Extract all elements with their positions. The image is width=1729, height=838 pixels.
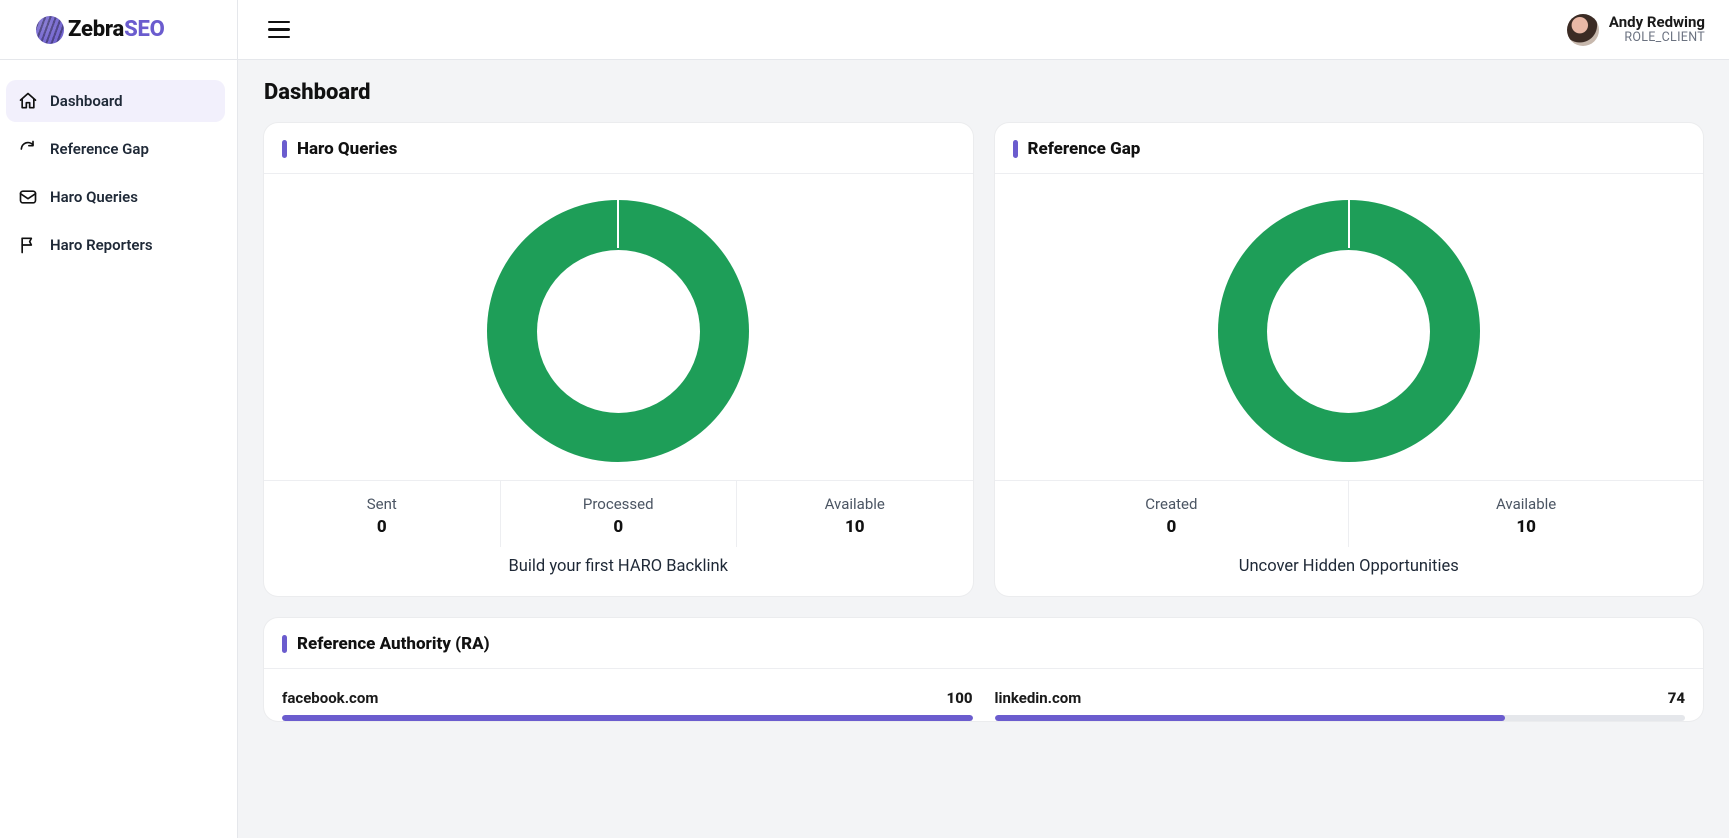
stat-processed: Processed 0 [500,481,737,547]
stat-label: Processed [507,495,731,513]
card-cta-refgap[interactable]: Uncover Hidden Opportunities [995,547,1704,596]
stat-label: Created [1001,495,1343,513]
accent-bar-icon [282,140,287,158]
card-head: Haro Queries [264,123,973,174]
flag-icon [18,235,38,255]
app-layout: Dashboard Reference Gap Haro Queries Har… [0,60,1729,838]
topbar-right: Andy Redwing ROLE_CLIENT [238,0,1729,59]
user-role: ROLE_CLIENT [1624,31,1705,45]
zebra-logo-icon [36,16,64,44]
stat-label: Sent [270,495,494,513]
stat-value: 0 [1001,517,1343,537]
brand-logo[interactable]: ZebraSEO [36,16,165,44]
stat-value: 10 [1355,517,1697,537]
accent-bar-icon [282,635,287,653]
stat-label: Available [1355,495,1697,513]
user-text: Andy Redwing ROLE_CLIENT [1609,14,1705,46]
topbar-logo-area: ZebraSEO [0,0,238,59]
sidebar-item-reference-gap[interactable]: Reference Gap [6,128,225,170]
card-head: Reference Gap [995,123,1704,174]
cards-row: Haro Queries Sent 0 Processed 0 Availa [264,123,1703,596]
ra-score: 100 [947,689,973,707]
stat-value: 0 [270,517,494,537]
progress-bar [282,715,973,721]
main-content: Dashboard Haro Queries Sent 0 Proc [238,60,1729,838]
sidebar-item-label: Dashboard [50,92,123,110]
topbar: ZebraSEO Andy Redwing ROLE_CLIENT [0,0,1729,60]
donut-chart-haro [264,174,973,480]
stats-row: Created 0 Available 10 [995,480,1704,547]
sidebar-item-label: Reference Gap [50,140,149,158]
card-reference-authority: Reference Authority (RA) facebook.com 10… [264,618,1703,721]
progress-fill [995,715,1506,721]
card-title: Haro Queries [297,139,397,159]
loop-arrow-icon [18,139,38,159]
brand-text: ZebraSEO [68,17,165,42]
sidebar-item-haro-queries[interactable]: Haro Queries [6,176,225,218]
ra-item-linkedin: linkedin.com 74 [995,689,1686,721]
user-menu[interactable]: Andy Redwing ROLE_CLIENT [1567,14,1705,46]
progress-bar [995,715,1686,721]
ra-score: 74 [1668,689,1685,707]
stat-available: Available 10 [1348,481,1703,547]
card-cta-haro[interactable]: Build your first HARO Backlink [264,547,973,596]
card-title: Reference Authority (RA) [297,634,490,654]
ra-domain: facebook.com [282,689,378,707]
stat-value: 0 [507,517,731,537]
stat-available: Available 10 [736,481,973,547]
sidebar-item-label: Haro Reporters [50,236,153,254]
ra-body: facebook.com 100 linkedin.com 74 [264,669,1703,721]
sidebar: Dashboard Reference Gap Haro Queries Har… [0,60,238,838]
ra-domain: linkedin.com [995,689,1082,707]
stats-row: Sent 0 Processed 0 Available 10 [264,480,973,547]
donut-ring [1218,200,1480,462]
card-haro-queries: Haro Queries Sent 0 Processed 0 Availa [264,123,973,596]
sidebar-item-haro-reporters[interactable]: Haro Reporters [6,224,225,266]
progress-fill [282,715,973,721]
page-title: Dashboard [264,80,1703,105]
card-reference-gap: Reference Gap Created 0 Available 10 Unc… [995,123,1704,596]
donut-chart-refgap [995,174,1704,480]
avatar [1567,14,1599,46]
sidebar-item-dashboard[interactable]: Dashboard [6,80,225,122]
ra-item-facebook: facebook.com 100 [282,689,973,721]
donut-ring [487,200,749,462]
stat-sent: Sent 0 [264,481,500,547]
brand-text-seo: SEO [124,17,165,42]
mail-icon [18,187,38,207]
accent-bar-icon [1013,140,1018,158]
home-icon [18,91,38,111]
user-name: Andy Redwing [1609,14,1705,31]
stat-created: Created 0 [995,481,1349,547]
card-title: Reference Gap [1028,139,1141,159]
brand-text-zebra: Zebra [68,17,124,42]
sidebar-item-label: Haro Queries [50,188,138,206]
card-head: Reference Authority (RA) [264,618,1703,669]
stat-label: Available [743,495,967,513]
hamburger-menu-icon[interactable] [262,15,296,45]
stat-value: 10 [743,517,967,537]
